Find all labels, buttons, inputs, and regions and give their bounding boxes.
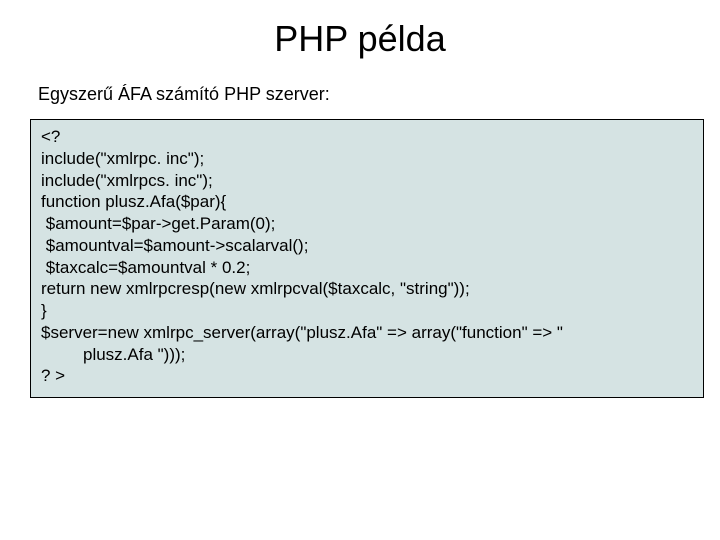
code-line: function plusz.Afa($par){ (41, 191, 693, 213)
code-line: } (41, 300, 693, 322)
code-line: return new xmlrpcresp(new xmlrpcval($tax… (41, 278, 693, 300)
code-line: $server=new xmlrpc_server(array("plusz.A… (41, 322, 693, 344)
code-line: include("xmlrpcs. inc"); (41, 170, 693, 192)
code-line: ? > (41, 365, 693, 387)
subtitle: Egyszerű ÁFA számító PHP szerver: (0, 84, 720, 119)
code-line: $amount=$par->get.Param(0); (41, 213, 693, 235)
code-line: plusz.Afa "))); (41, 344, 693, 366)
code-line: $amountval=$amount->scalarval(); (41, 235, 693, 257)
code-line: <? (41, 126, 693, 148)
code-block: <? include("xmlrpc. inc"); include("xmlr… (30, 119, 704, 398)
code-line: include("xmlrpc. inc"); (41, 148, 693, 170)
code-line: $taxcalc=$amountval * 0.2; (41, 257, 693, 279)
page-title: PHP példa (0, 0, 720, 84)
